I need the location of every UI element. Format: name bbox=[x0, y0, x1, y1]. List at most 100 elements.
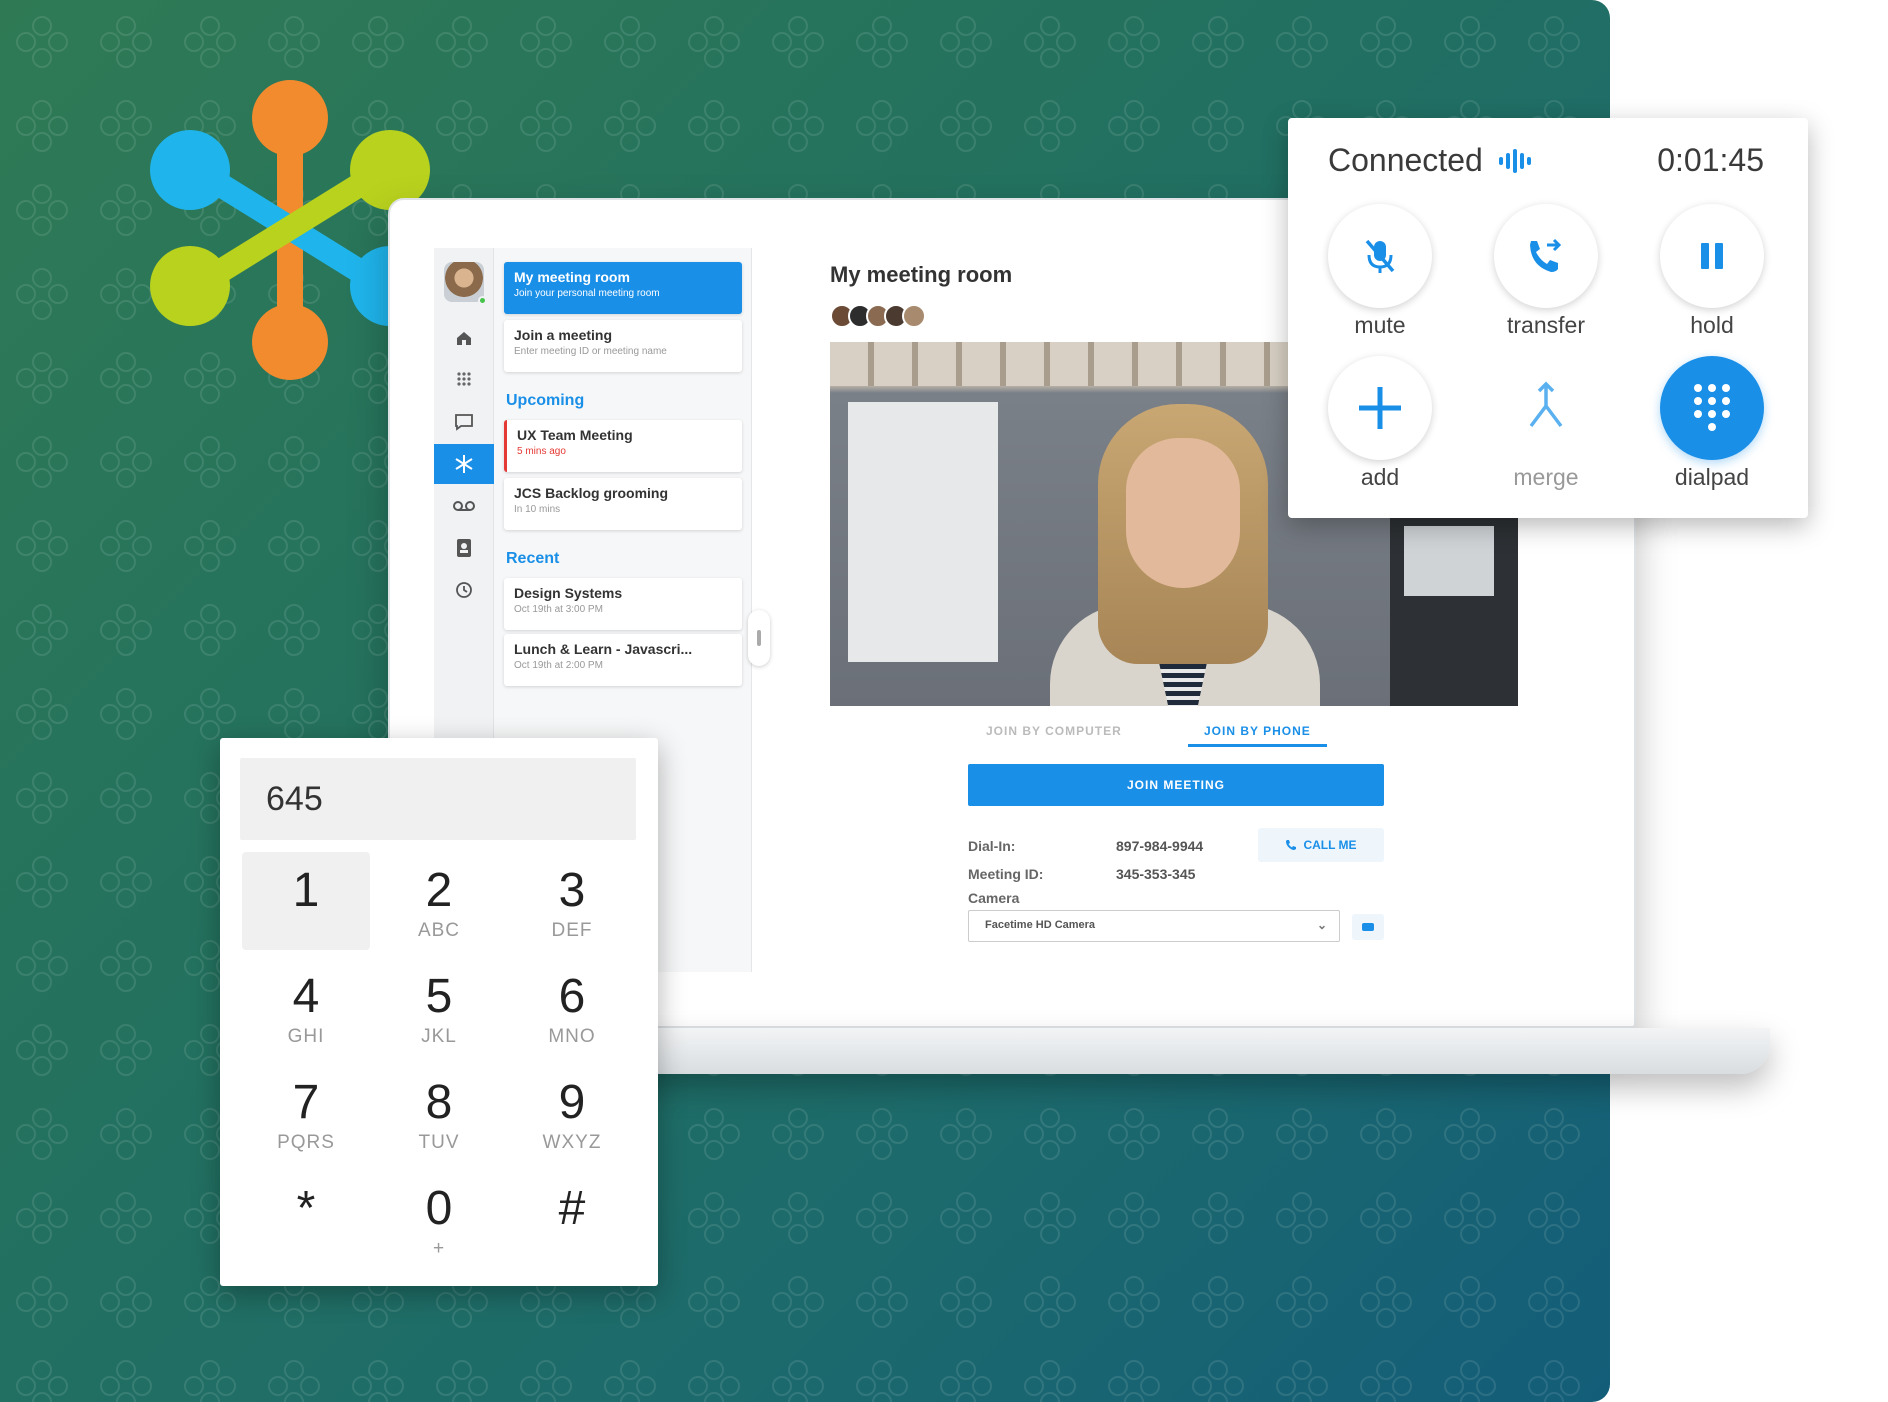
contacts-icon[interactable] bbox=[434, 528, 494, 568]
key-9[interactable]: 9 WXYZ bbox=[508, 1064, 636, 1162]
add-button[interactable] bbox=[1328, 356, 1432, 460]
merge-label: merge bbox=[1513, 464, 1579, 490]
list-item-title: UX Team Meeting bbox=[517, 427, 633, 443]
tab-join-by-computer[interactable]: JOIN BY COMPUTER bbox=[986, 724, 1122, 746]
list-item-recent[interactable]: Design Systems Oct 19th at 3:00 PM bbox=[504, 578, 742, 630]
list-item-title: JCS Backlog grooming bbox=[514, 485, 669, 501]
merge-icon bbox=[1529, 381, 1563, 428]
list-item-subtitle: In 10 mins bbox=[514, 504, 561, 515]
transfer-label: transfer bbox=[1507, 312, 1585, 338]
upcoming-heading: Upcoming bbox=[506, 392, 585, 409]
key-letters: PQRS bbox=[277, 1132, 335, 1153]
history-icon[interactable] bbox=[434, 570, 494, 610]
list-item-title: Join a meeting bbox=[514, 327, 613, 343]
call-panel: Connected 0:01:45 mute transfer hold add… bbox=[1288, 118, 1808, 518]
transfer-icon bbox=[1530, 238, 1562, 272]
participant-avatars bbox=[830, 304, 926, 328]
key-letters: ABC bbox=[417, 920, 461, 941]
mute-icon bbox=[1365, 239, 1395, 273]
key-digit: 6 bbox=[558, 970, 586, 1023]
dialpad-label: dialpad bbox=[1674, 464, 1750, 490]
key-letters: + bbox=[432, 1238, 446, 1259]
avatar bbox=[902, 304, 926, 328]
key-3[interactable]: 3 DEF bbox=[508, 852, 636, 950]
list-item-subtitle: 5 mins ago bbox=[517, 446, 566, 457]
panel-collapse-handle[interactable] bbox=[748, 610, 770, 666]
key-6[interactable]: 6 MNO bbox=[508, 958, 636, 1056]
list-item-title: My meeting room bbox=[514, 269, 630, 285]
key-letters: DEF bbox=[551, 920, 593, 941]
camera-toggle-button[interactable] bbox=[1352, 914, 1384, 940]
camera-select[interactable]: Facetime HD Camera ⌄ bbox=[968, 910, 1340, 942]
key-letters: MNO bbox=[548, 1026, 596, 1047]
list-item-subtitle: Join your personal meeting room bbox=[514, 288, 660, 299]
list-item-title: Design Systems bbox=[514, 585, 623, 601]
meeting-id-label: Meeting ID: bbox=[968, 866, 1044, 882]
voicemail-icon[interactable] bbox=[434, 486, 494, 526]
key-7[interactable]: 7 PQRS bbox=[242, 1064, 370, 1162]
key-digit: 5 bbox=[425, 970, 453, 1023]
hold-button[interactable] bbox=[1660, 204, 1764, 308]
mute-button[interactable] bbox=[1328, 204, 1432, 308]
presence-indicator bbox=[478, 296, 487, 305]
camera-select-value: Facetime HD Camera bbox=[985, 919, 1096, 931]
key-letters: GHI bbox=[287, 1026, 325, 1047]
key-4[interactable]: 4 GHI bbox=[242, 958, 370, 1056]
key-digit: 9 bbox=[558, 1076, 586, 1129]
call-status-text: Connected bbox=[1328, 142, 1483, 178]
key-letters: JKL bbox=[421, 1026, 457, 1047]
key-digit: 4 bbox=[292, 970, 320, 1023]
pause-icon bbox=[1701, 243, 1723, 269]
hold-label: hold bbox=[1690, 312, 1734, 338]
list-item-upcoming[interactable]: UX Team Meeting 5 mins ago bbox=[504, 420, 742, 472]
call-me-button[interactable]: CALL ME bbox=[1258, 828, 1384, 862]
call-status: Connected bbox=[1328, 142, 1531, 179]
avatar[interactable] bbox=[444, 262, 484, 302]
chat-icon[interactable] bbox=[434, 402, 494, 442]
key-5[interactable]: 5 JKL bbox=[375, 958, 503, 1056]
key-letters: TUV bbox=[418, 1132, 460, 1153]
camera-label: Camera bbox=[968, 890, 1020, 906]
dialpad-button[interactable] bbox=[1660, 356, 1764, 460]
key-digit: 2 bbox=[425, 864, 453, 917]
dialpad-grid-icon[interactable] bbox=[434, 360, 494, 400]
recent-heading: Recent bbox=[506, 550, 560, 567]
key-0[interactable]: 0 + bbox=[375, 1170, 503, 1268]
key-1[interactable]: 1 bbox=[242, 852, 370, 950]
list-item-recent[interactable]: Lunch & Learn - Javascri... Oct 19th at … bbox=[504, 634, 742, 686]
dial-number-display[interactable]: 645 bbox=[240, 758, 636, 840]
tab-join-by-phone[interactable]: JOIN BY PHONE bbox=[1188, 724, 1327, 747]
add-label: add bbox=[1360, 464, 1400, 490]
meetings-icon[interactable] bbox=[434, 444, 494, 484]
call-timer: 0:01:45 bbox=[1657, 142, 1764, 178]
key-digit: 0 bbox=[425, 1182, 453, 1235]
key-8[interactable]: 8 TUV bbox=[375, 1064, 503, 1162]
list-item-subtitle: Enter meeting ID or meeting name bbox=[514, 346, 667, 357]
dial-in-label: Dial-In: bbox=[968, 838, 1016, 854]
page-title: My meeting room bbox=[830, 262, 1013, 287]
list-item-join[interactable]: Join a meeting Enter meeting ID or meeti… bbox=[504, 320, 742, 372]
camera-icon bbox=[1362, 923, 1374, 931]
key-letters: WXYZ bbox=[542, 1132, 602, 1153]
list-item-my-room[interactable]: My meeting room Join your personal meeti… bbox=[504, 262, 742, 314]
key-digit: * bbox=[296, 1182, 316, 1235]
list-item-upcoming[interactable]: JCS Backlog grooming In 10 mins bbox=[504, 478, 742, 530]
join-meeting-button[interactable]: JOIN MEETING bbox=[968, 764, 1384, 806]
mute-label: mute bbox=[1354, 312, 1406, 338]
key-digit: 1 bbox=[292, 864, 320, 917]
key-hash[interactable]: # bbox=[508, 1170, 636, 1268]
dialpad-icon bbox=[1694, 384, 1730, 431]
key-2[interactable]: 2 ABC bbox=[375, 852, 503, 950]
dial-in-value: 897-984-9944 bbox=[1116, 838, 1204, 854]
dialpad-panel: 645 1 2 ABC 3 DEF 4 GHI 5 JKL 6 MNO 7 PQ… bbox=[220, 738, 658, 1286]
key-star[interactable]: * bbox=[242, 1170, 370, 1268]
transfer-button[interactable] bbox=[1494, 204, 1598, 308]
plus-icon bbox=[1359, 387, 1401, 429]
phone-icon bbox=[1286, 840, 1297, 850]
join-tabs: JOIN BY COMPUTER JOIN BY PHONE bbox=[830, 724, 1518, 754]
merge-button[interactable] bbox=[1494, 356, 1598, 460]
list-item-subtitle: Oct 19th at 2:00 PM bbox=[514, 660, 603, 671]
list-item-subtitle: Oct 19th at 3:00 PM bbox=[514, 604, 603, 615]
list-item-title: Lunch & Learn - Javascri... bbox=[514, 641, 693, 657]
home-icon[interactable] bbox=[434, 318, 494, 358]
